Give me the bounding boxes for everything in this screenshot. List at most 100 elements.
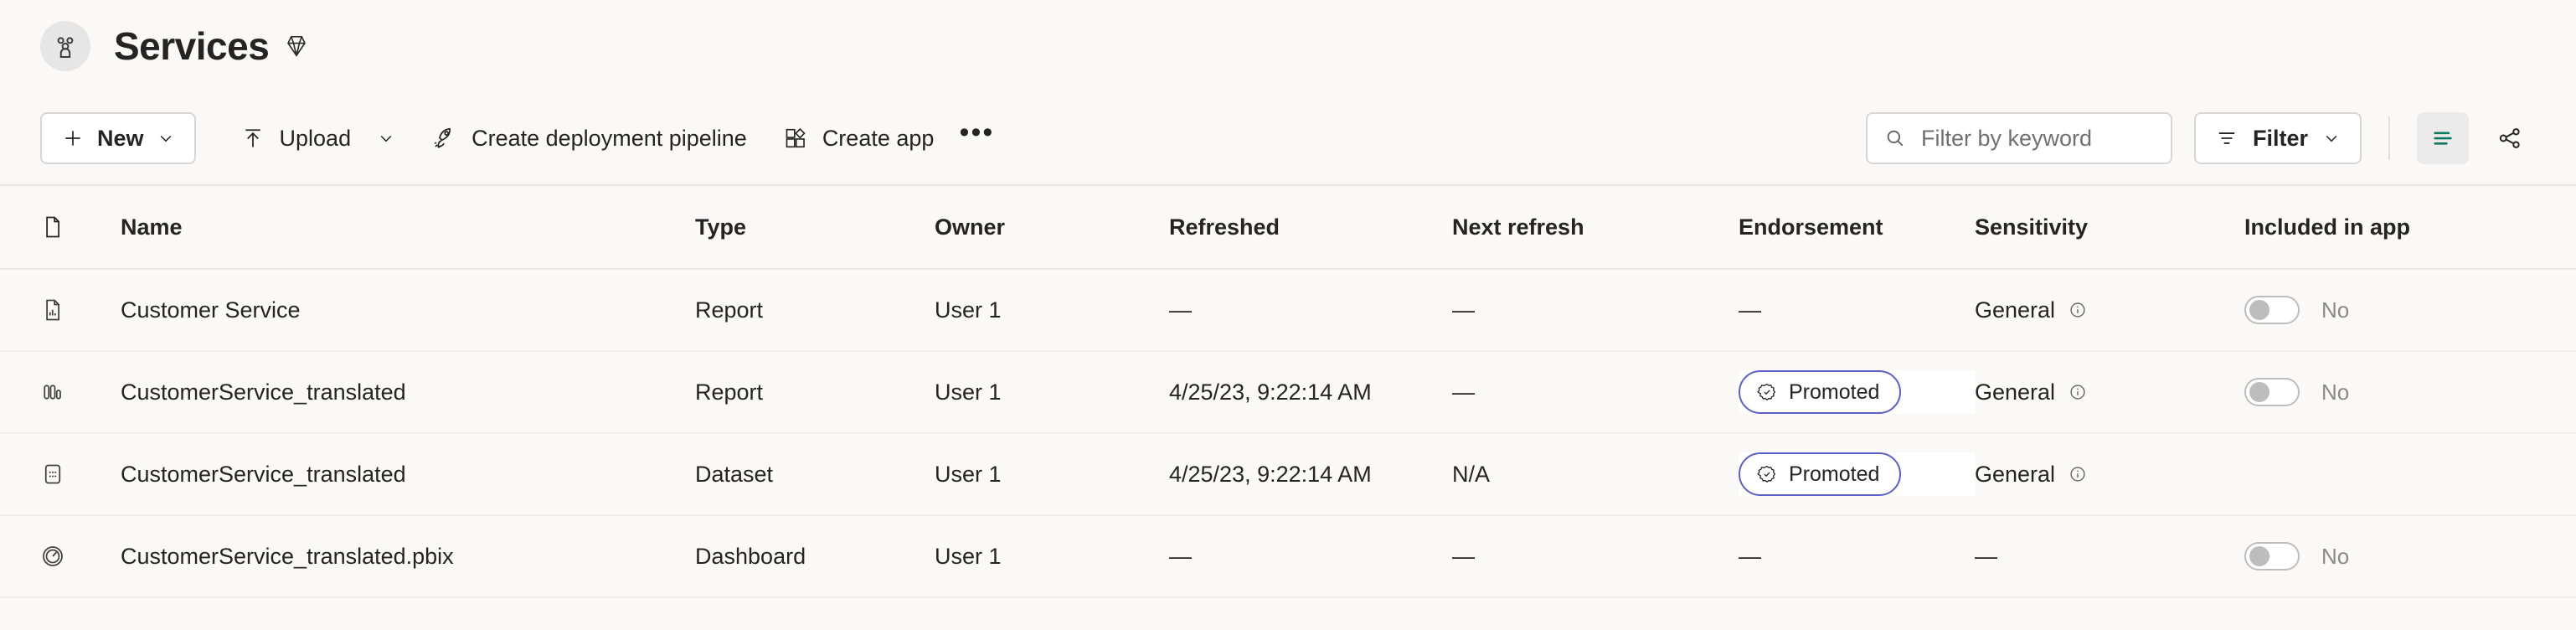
row-sensitivity: — (1975, 544, 2244, 570)
row-item-icon (40, 462, 121, 487)
row-included-in-app: No (2244, 542, 2536, 571)
workspace-avatar (40, 21, 90, 71)
info-circle-icon[interactable] (2069, 383, 2087, 401)
table-row[interactable]: CustomerService_translated Dataset User … (0, 434, 2576, 516)
search-icon (1884, 127, 1906, 149)
table-header-row: Name Type Owner Refreshed Next refresh E… (0, 186, 2576, 270)
row-owner: User 1 (935, 379, 1002, 405)
command-bar-left: New Upload Create deployment pipeline Cr… (40, 112, 1001, 164)
column-header-type[interactable]: Type (695, 214, 935, 240)
column-header-endorsement[interactable]: Endorsement (1739, 214, 1975, 240)
row-endorsement: Promoted (1739, 370, 1975, 414)
people-group-icon (51, 32, 80, 60)
column-header-refreshed[interactable]: Refreshed (1169, 214, 1452, 240)
column-header-sensitivity[interactable]: Sensitivity (1975, 214, 2244, 240)
create-app-button[interactable]: Create app (765, 112, 953, 164)
row-sensitivity-label: General (1975, 379, 2056, 405)
items-table: Name Type Owner Refreshed Next refresh E… (0, 186, 2576, 598)
chevron-down-icon (378, 130, 394, 147)
row-sensitivity-label: General (1975, 297, 2056, 323)
row-name[interactable]: CustomerService_translated.pbix (121, 544, 695, 570)
chevron-down-icon (157, 130, 174, 147)
row-item-icon (40, 544, 121, 569)
row-sensitivity: General (1975, 380, 2244, 405)
row-type: Report (695, 379, 764, 405)
page-header: Services (0, 0, 2576, 92)
row-owner: User 1 (935, 461, 1002, 487)
endorsement-badge[interactable]: Promoted (1739, 370, 1902, 414)
row-refreshed: — (1169, 297, 1192, 323)
certified-seal-icon (1757, 382, 1777, 402)
row-refreshed: — (1169, 543, 1192, 569)
column-header-included-in-app[interactable]: Included in app (2244, 214, 2536, 240)
row-name[interactable]: CustomerService_translated (121, 380, 695, 405)
filter-button-label: Filter (2252, 125, 2308, 151)
row-refreshed: 4/25/23, 9:22:14 AM (1169, 461, 1372, 487)
certified-seal-icon (1757, 464, 1777, 484)
row-owner: User 1 (935, 297, 1002, 323)
endorsement-badge[interactable]: Promoted (1739, 452, 1902, 496)
endorsement-badge-label: Promoted (1789, 380, 1880, 404)
toggle-knob (2249, 546, 2269, 566)
toggle-knob (2249, 300, 2269, 320)
included-in-app-toggle[interactable] (2244, 296, 2300, 324)
info-circle-icon[interactable] (2069, 465, 2087, 483)
row-type: Dataset (695, 461, 774, 487)
row-sensitivity: General (1975, 297, 2244, 323)
row-name[interactable]: Customer Service (121, 297, 695, 323)
new-button[interactable]: New (40, 112, 196, 164)
upload-button[interactable]: Upload (223, 112, 414, 164)
report-icon (40, 297, 65, 323)
search-input[interactable] (1919, 124, 2154, 152)
share-lineage-icon[interactable] (2484, 112, 2536, 164)
dataset-icon (40, 462, 65, 487)
create-deployment-pipeline-button[interactable]: Create deployment pipeline (413, 112, 765, 164)
row-type: Dashboard (695, 543, 806, 569)
column-header-icon[interactable] (40, 214, 121, 240)
row-next-refresh: — (1452, 297, 1475, 323)
row-endorsement: — (1739, 543, 1761, 569)
upload-icon (241, 127, 265, 150)
new-button-label: New (97, 125, 144, 151)
row-type: Report (695, 297, 764, 323)
row-owner: User 1 (935, 543, 1002, 569)
row-next-refresh: — (1452, 379, 1475, 405)
search-box[interactable] (1865, 112, 2172, 164)
included-in-app-toggle[interactable] (2244, 542, 2300, 571)
included-in-app-toggle[interactable] (2244, 378, 2300, 406)
table-row[interactable]: CustomerService_translated Report User 1… (0, 352, 2576, 434)
included-in-app-label: No (2321, 543, 2350, 569)
command-bar-right: Filter (1865, 112, 2536, 164)
column-header-name[interactable]: Name (121, 214, 695, 240)
plus-icon (62, 127, 84, 149)
row-next-refresh: N/A (1452, 461, 1491, 487)
toolbar-divider (2388, 116, 2390, 160)
document-icon (40, 214, 65, 240)
create-app-label: Create app (822, 125, 935, 151)
chevron-down-icon (2323, 130, 2340, 147)
column-header-owner[interactable]: Owner (935, 214, 1169, 240)
paginated-report-icon (40, 380, 65, 405)
table-row[interactable]: CustomerService_translated.pbix Dashboar… (0, 516, 2576, 598)
more-options-button[interactable]: ••• (952, 114, 1001, 163)
toggle-knob (2249, 382, 2269, 402)
table-row[interactable]: Customer Service Report User 1 — — — Gen… (0, 270, 2576, 352)
filter-button[interactable]: Filter (2193, 112, 2362, 164)
included-in-app-label: No (2321, 379, 2350, 405)
row-endorsement: — (1739, 297, 1761, 323)
column-header-next-refresh[interactable]: Next refresh (1452, 214, 1739, 240)
info-circle-icon[interactable] (2069, 301, 2087, 319)
page-title: Services (114, 24, 270, 68)
row-refreshed: 4/25/23, 9:22:14 AM (1169, 379, 1372, 405)
create-deployment-pipeline-label: Create deployment pipeline (471, 125, 747, 151)
row-next-refresh: — (1452, 543, 1475, 569)
command-bar: New Upload Create deployment pipeline Cr… (0, 92, 2576, 186)
upload-button-label: Upload (279, 125, 352, 151)
row-sensitivity-label: General (1975, 461, 2056, 487)
row-name[interactable]: CustomerService_translated (121, 462, 695, 488)
list-view-icon[interactable] (2417, 112, 2469, 164)
app-grid-icon (784, 127, 807, 150)
row-endorsement: Promoted (1739, 452, 1975, 496)
included-in-app-label: No (2321, 297, 2350, 323)
row-item-icon (40, 297, 121, 323)
